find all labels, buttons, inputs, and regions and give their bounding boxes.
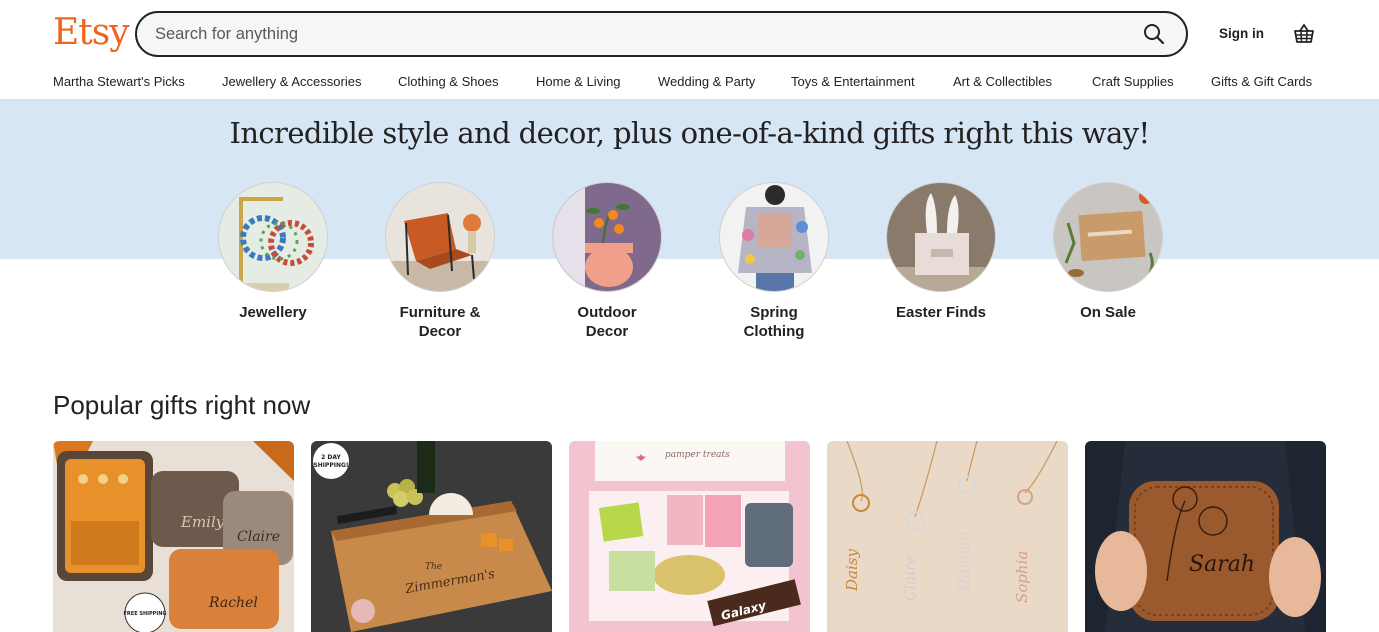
card1-name-1: Emily <box>180 513 225 531</box>
category-label-line: Furniture & <box>399 304 481 321</box>
nav-item-gifts[interactable]: Gifts & Gift Cards <box>1211 74 1312 89</box>
site-header: Etsy Sign in <box>0 0 1379 66</box>
category-label: Jewellery <box>208 303 338 322</box>
category-label: Easter Finds <box>876 303 1006 322</box>
category-label-line: Easter Finds <box>895 304 987 321</box>
gift-card-pamper-box[interactable]: pamper treats Galaxy <box>569 441 810 632</box>
card4-name-4: Sophia <box>1013 551 1031 603</box>
gift-card-jewelry-case[interactable]: Emily Claire Rachel FREE SHIPPING <box>53 441 294 632</box>
search-icon[interactable] <box>1142 22 1166 46</box>
category-label: Outdoor Decor <box>542 303 672 341</box>
gift-card-cutting-board[interactable]: The Zimmerman's 2 DAY SHIPPING! <box>311 441 552 632</box>
popular-gifts-heading: Popular gifts right now <box>53 390 311 420</box>
category-label-line: Clothing <box>743 323 805 340</box>
category-label: On Sale <box>1043 303 1173 322</box>
category-furniture-decor[interactable]: Furniture & Decor <box>375 182 505 341</box>
nav-item-craft[interactable]: Craft Supplies <box>1092 74 1174 89</box>
nav-item-toys[interactable]: Toys & Entertainment <box>791 74 915 89</box>
card4-name-1: Daisy <box>843 549 861 592</box>
category-nav: Martha Stewart's Picks Jewellery & Acces… <box>0 66 1379 100</box>
search-bar <box>135 11 1188 57</box>
nav-item-martha-stewart[interactable]: Martha Stewart's Picks <box>53 74 185 89</box>
category-label-line: On Sale <box>1080 304 1136 321</box>
nav-item-art[interactable]: Art & Collectibles <box>953 74 1052 89</box>
category-label-line: Decor <box>585 323 629 340</box>
furniture-image <box>385 182 495 292</box>
category-on-sale[interactable]: On Sale <box>1043 182 1173 322</box>
outdoor-image <box>552 182 662 292</box>
category-label: Spring Clothing <box>709 303 839 341</box>
category-outdoor-decor[interactable]: Outdoor Decor <box>542 182 672 341</box>
clothing-image <box>719 182 829 292</box>
hero-title: Incredible style and decor, plus one-of-… <box>229 116 1150 150</box>
nav-item-wedding[interactable]: Wedding & Party <box>658 74 755 89</box>
card4-name-3: Hannah <box>955 531 973 592</box>
basket-icon[interactable] <box>1292 22 1316 46</box>
card1-name-2: Claire <box>237 529 280 545</box>
easter-image <box>886 182 996 292</box>
gift-card-leather-case[interactable]: Sarah <box>1085 441 1326 632</box>
category-label-line: Outdoor <box>577 304 637 321</box>
nav-item-clothing[interactable]: Clothing & Shoes <box>398 74 498 89</box>
card2-engraving-1: The <box>425 562 442 572</box>
category-label-line: Jewellery <box>239 304 307 321</box>
category-spring-clothing[interactable]: Spring Clothing <box>709 182 839 341</box>
card3-box-text: pamper treats <box>665 450 730 460</box>
sign-in-link[interactable]: Sign in <box>1219 26 1264 41</box>
card2-badge-2: SHIPPING! <box>313 462 348 469</box>
nav-item-jewellery[interactable]: Jewellery & Accessories <box>222 74 361 89</box>
card2-badge-1: 2 DAY <box>321 454 341 461</box>
category-jewellery[interactable]: Jewellery <box>208 182 338 322</box>
nav-item-home-living[interactable]: Home & Living <box>536 74 621 89</box>
on-sale-image <box>1053 182 1163 292</box>
category-label: Furniture & Decor <box>375 303 505 341</box>
card1-name-3: Rachel <box>208 595 258 611</box>
category-label-line: Spring <box>750 304 798 321</box>
gift-card-name-necklaces[interactable]: Daisy Claire Hannah Sophia <box>827 441 1068 632</box>
card4-name-2: Claire <box>901 555 919 601</box>
category-label-line: Decor <box>418 323 462 340</box>
card1-badge: FREE SHIPPING <box>124 611 167 617</box>
search-input[interactable] <box>155 13 1115 55</box>
category-easter-finds[interactable]: Easter Finds <box>876 182 1006 322</box>
etsy-logo[interactable]: Etsy <box>53 10 130 56</box>
jewellery-image <box>218 182 328 292</box>
card5-name: Sarah <box>1189 552 1255 577</box>
